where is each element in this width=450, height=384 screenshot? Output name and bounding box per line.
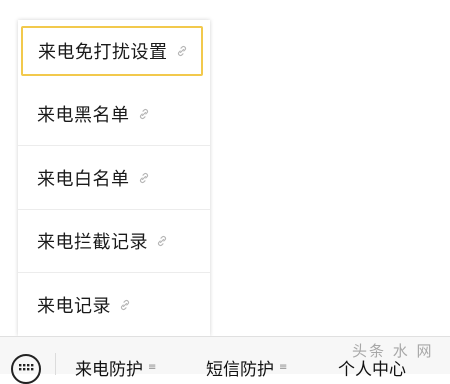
menu-item-call-log[interactable]: 来电记录	[18, 273, 210, 336]
link-icon	[120, 299, 130, 310]
menu-item-label: 来电黑名单	[37, 105, 130, 126]
tab-label: 来电防护	[75, 360, 143, 380]
link-icon	[157, 235, 167, 247]
menu-item-blacklist[interactable]: 来电黑名单	[18, 83, 210, 146]
link-icon	[177, 45, 186, 57]
watermark: 头条 水 网	[352, 342, 434, 360]
tab-call-protection[interactable]: 来电防护 ≡	[75, 355, 156, 380]
dropdown-menu: 来电免打扰设置 来电黑名单 来电白名单 来电拦截记录 来电记录	[18, 20, 210, 336]
tab-label: 短信防护	[206, 360, 274, 380]
bar-divider	[55, 353, 56, 375]
keyboard-icon[interactable]	[11, 354, 41, 384]
menu-item-label: 来电拦截记录	[37, 232, 148, 253]
menu-item-no-disturb-settings[interactable]: 来电免打扰设置	[21, 26, 203, 76]
menu-item-whitelist[interactable]: 来电白名单	[18, 147, 210, 210]
link-icon	[139, 108, 148, 120]
keyboard-grid-icon	[19, 364, 34, 371]
menu-item-label: 来电白名单	[37, 169, 130, 190]
menu-lines-icon: ≡	[148, 362, 157, 373]
link-icon	[139, 172, 148, 184]
menu-item-label: 来电记录	[37, 295, 111, 317]
menu-item-block-log[interactable]: 来电拦截记录	[18, 210, 210, 273]
menu-item-label: 来电免打扰设置	[38, 42, 168, 63]
menu-lines-icon: ≡	[279, 362, 288, 373]
tab-sms-protection[interactable]: 短信防护 ≡	[206, 355, 287, 380]
